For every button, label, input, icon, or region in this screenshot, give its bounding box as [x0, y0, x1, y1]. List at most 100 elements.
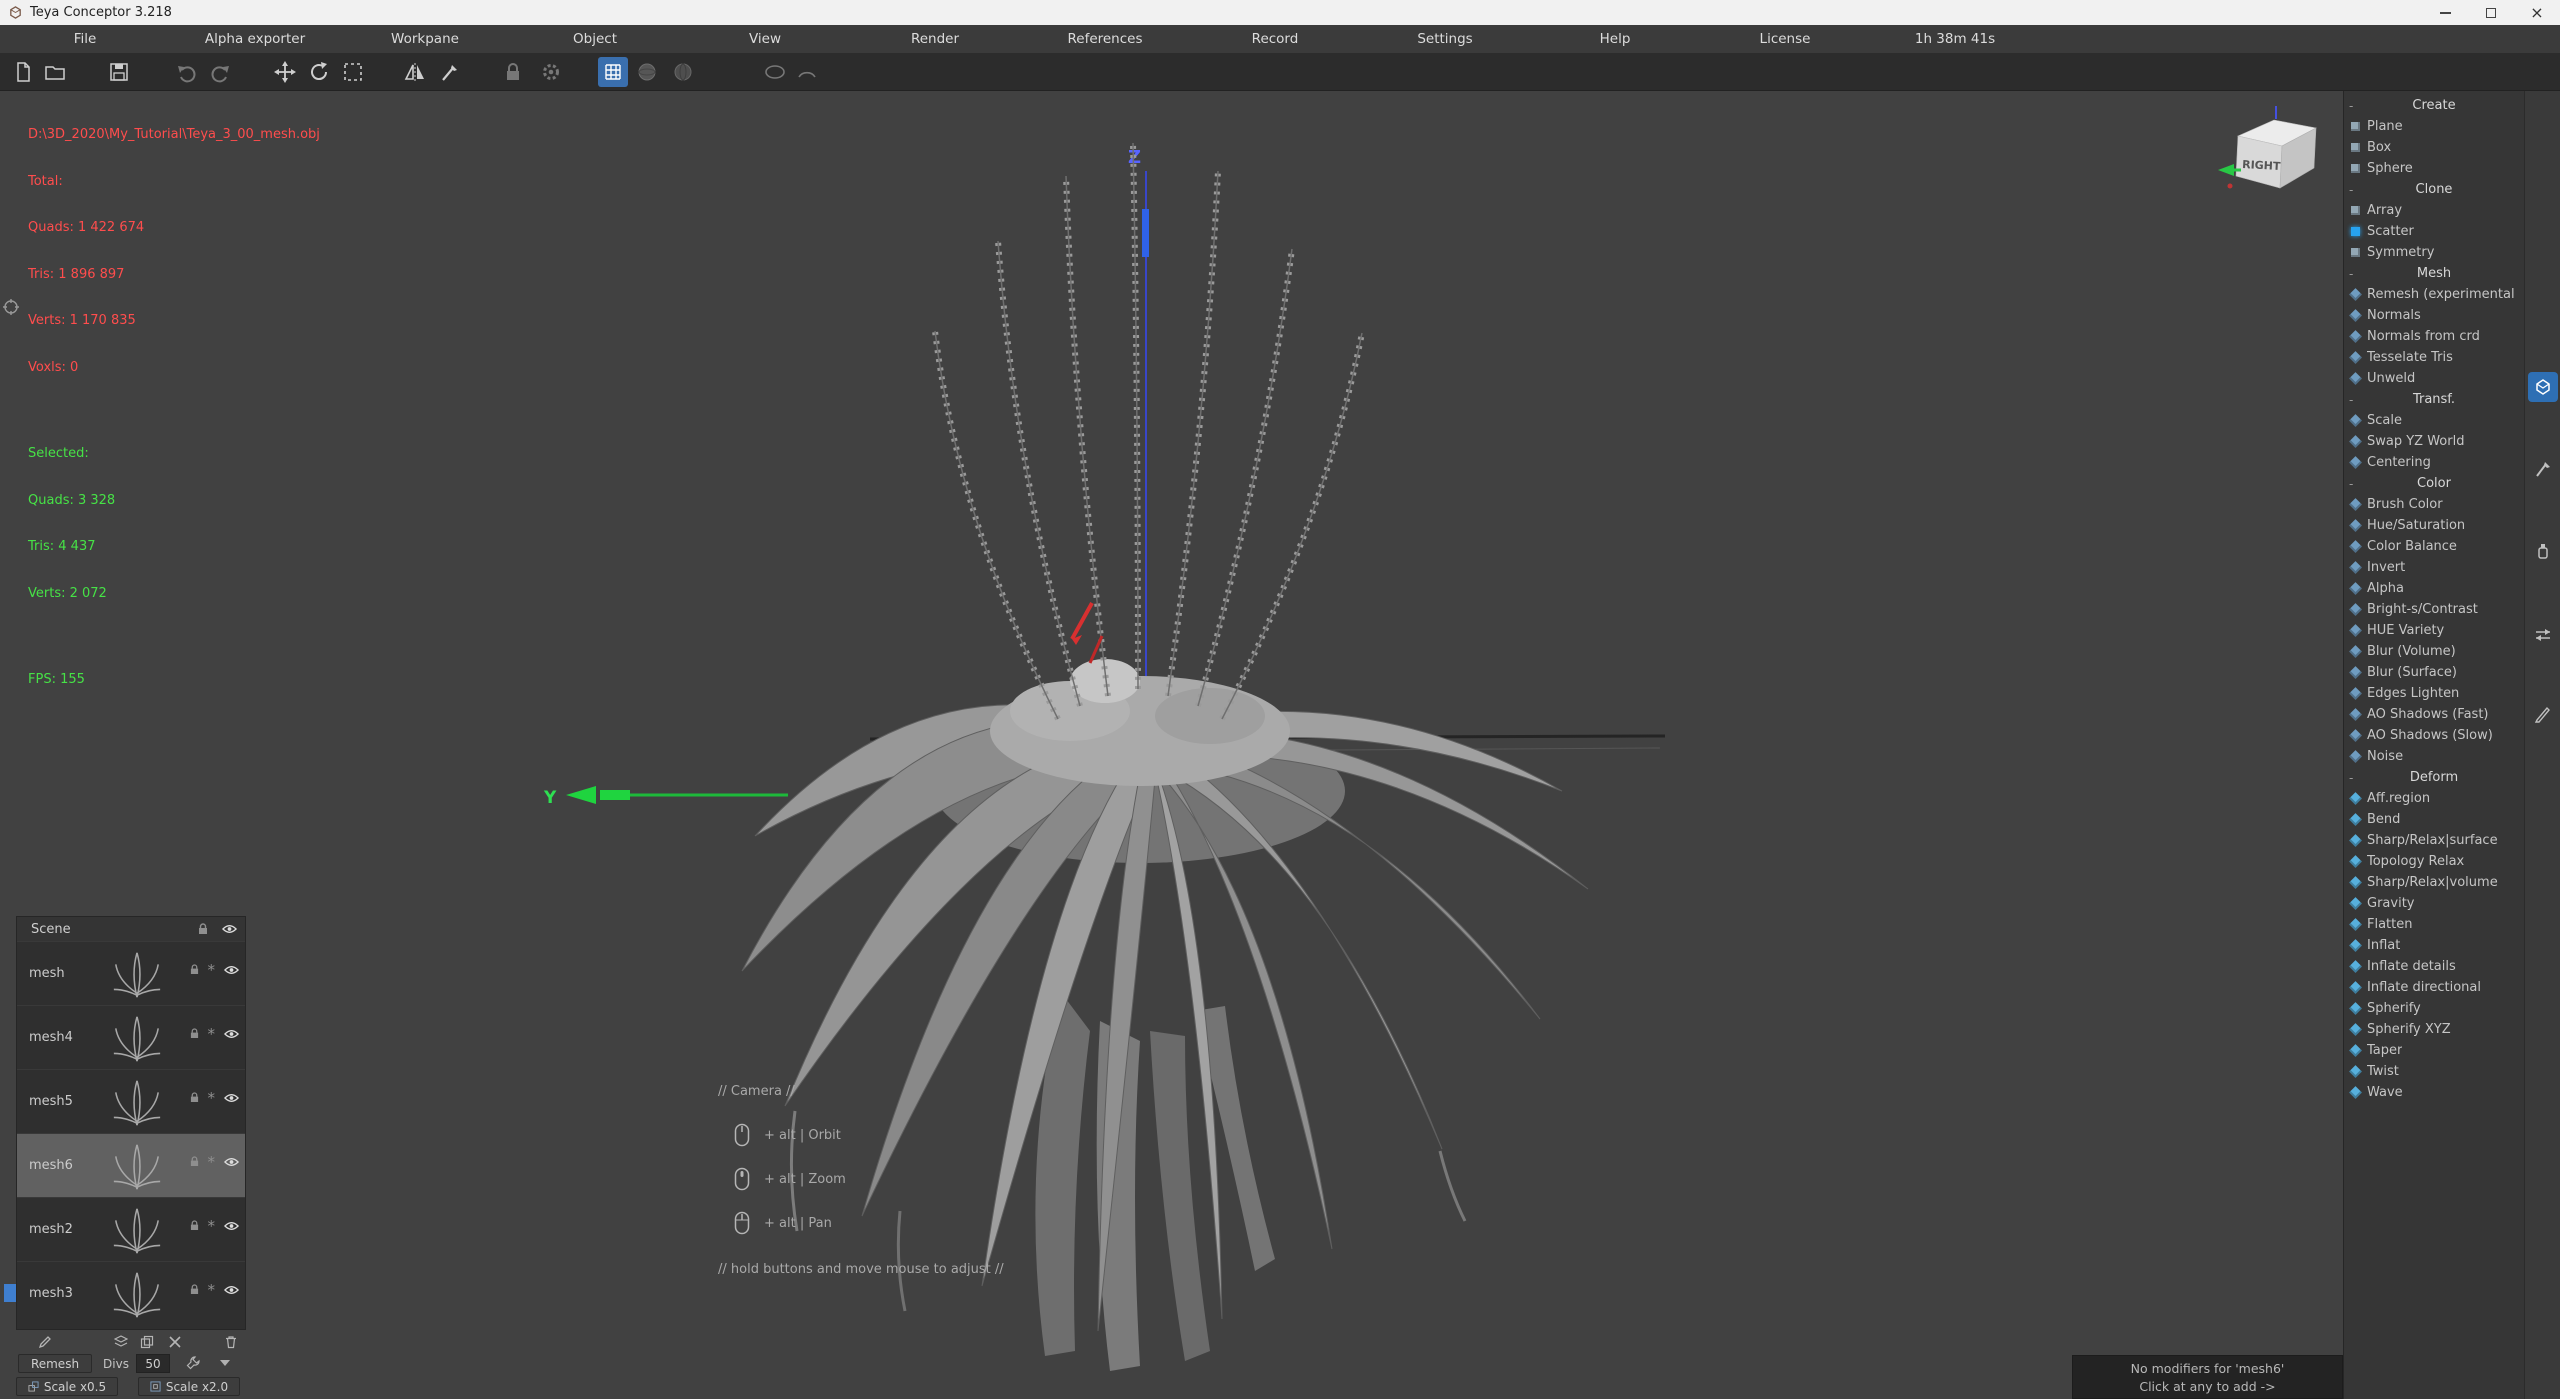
panel-item-taper[interactable]: Taper: [2344, 1040, 2524, 1061]
panel-item-aff-region[interactable]: Aff.region: [2344, 788, 2524, 809]
star-icon[interactable]: *: [208, 1029, 216, 1039]
menu-record[interactable]: Record: [1190, 25, 1360, 53]
panel-item-brush-color[interactable]: Brush Color: [2344, 494, 2524, 515]
visibility-icon[interactable]: [222, 924, 237, 934]
menu-object[interactable]: Object: [510, 25, 680, 53]
panel-item-normals-from-crd[interactable]: Normals from crd: [2344, 326, 2524, 347]
wrench-icon[interactable]: [184, 1354, 202, 1372]
modifier-status-bar[interactable]: No modifiers for 'mesh6' Click at any to…: [2072, 1355, 2343, 1399]
collapse-icon[interactable]: -: [2349, 183, 2353, 197]
undo-icon[interactable]: [172, 57, 202, 87]
lock-icon[interactable]: [190, 964, 199, 975]
panel-item-color-balance[interactable]: Color Balance: [2344, 536, 2524, 557]
transform-arrows-icon[interactable]: [2528, 620, 2558, 650]
panel-item-tesselate-tris[interactable]: Tesselate Tris: [2344, 347, 2524, 368]
sphere-a-icon[interactable]: [632, 57, 662, 87]
star-icon[interactable]: *: [208, 1285, 216, 1295]
lock-icon[interactable]: [190, 1220, 199, 1231]
panel-item-hue-saturation[interactable]: Hue/Saturation: [2344, 515, 2524, 536]
lock-icon[interactable]: [190, 1028, 199, 1039]
paint-brush-tool-icon[interactable]: [2528, 454, 2558, 484]
panel-item-flatten[interactable]: Flatten: [2344, 914, 2524, 935]
duplicate-icon[interactable]: [138, 1333, 156, 1351]
star-icon[interactable]: *: [208, 965, 216, 975]
detail-pen-icon[interactable]: [2528, 699, 2558, 729]
section-header-mesh[interactable]: - Mesh: [2344, 263, 2524, 284]
scene-item-mesh4[interactable]: mesh4 *: [17, 1005, 245, 1069]
layers-icon[interactable]: [112, 1333, 130, 1351]
marquee-select-icon[interactable]: [338, 57, 368, 87]
panel-item-symmetry[interactable]: Symmetry: [2344, 242, 2524, 263]
maximize-button[interactable]: [2468, 0, 2514, 25]
menu-settings[interactable]: Settings: [1360, 25, 1530, 53]
star-icon[interactable]: *: [208, 1093, 216, 1103]
divs-value-input[interactable]: 50: [136, 1354, 170, 1373]
navigation-cube[interactable]: RIGHT: [2210, 106, 2332, 204]
lock-icon[interactable]: [190, 1092, 199, 1103]
viewport-3d[interactable]: Z: [0, 91, 2343, 1399]
section-header-transf[interactable]: - Transf.: [2344, 389, 2524, 410]
dropdown-caret-icon[interactable]: [220, 1360, 230, 1366]
section-header-deform[interactable]: - Deform: [2344, 767, 2524, 788]
menu-alpha-exporter[interactable]: Alpha exporter: [170, 25, 340, 53]
panel-item-ao-shadows-fast[interactable]: AO Shadows (Fast): [2344, 704, 2524, 725]
grid-snap-icon[interactable]: [598, 57, 628, 87]
minimize-button[interactable]: [2422, 0, 2468, 25]
gear-icon[interactable]: [536, 57, 566, 87]
lock-icon[interactable]: [498, 57, 528, 87]
panel-item-hue-variety[interactable]: HUE Variety: [2344, 620, 2524, 641]
panel-item-centering[interactable]: Centering: [2344, 452, 2524, 473]
panel-item-box[interactable]: Box: [2344, 137, 2524, 158]
panel-item-twist[interactable]: Twist: [2344, 1061, 2524, 1082]
scene-item-mesh[interactable]: mesh *: [17, 941, 245, 1005]
panel-item-ao-shadows-slow[interactable]: AO Shadows (Slow): [2344, 725, 2524, 746]
scene-item-mesh3[interactable]: mesh3 *: [17, 1261, 245, 1325]
panel-item-wave[interactable]: Wave: [2344, 1082, 2524, 1103]
brush-tool-icon[interactable]: [434, 57, 464, 87]
close-button[interactable]: ×: [2514, 0, 2560, 25]
collapse-icon[interactable]: -: [2349, 393, 2353, 407]
move-tool-icon[interactable]: [270, 57, 300, 87]
remesh-button[interactable]: Remesh: [18, 1354, 92, 1373]
panel-item-sharp-relax-volume[interactable]: Sharp/Relax|volume: [2344, 872, 2524, 893]
visibility-icon[interactable]: [224, 1093, 239, 1103]
save-icon[interactable]: [104, 57, 134, 87]
scene-item-mesh2[interactable]: mesh2 *: [17, 1197, 245, 1261]
section-header-clone[interactable]: - Clone: [2344, 179, 2524, 200]
panel-item-scale[interactable]: Scale: [2344, 410, 2524, 431]
menu-references[interactable]: References: [1020, 25, 1190, 53]
visibility-icon[interactable]: [224, 965, 239, 975]
sphere-b-icon[interactable]: [668, 57, 698, 87]
panel-item-blur-surface[interactable]: Blur (Surface): [2344, 662, 2524, 683]
voxel-tool-icon[interactable]: [2528, 372, 2558, 402]
collapse-icon[interactable]: -: [2349, 267, 2353, 281]
trash-icon[interactable]: [222, 1333, 240, 1351]
panel-item-unweld[interactable]: Unweld: [2344, 368, 2524, 389]
panel-item-inflate-details[interactable]: Inflate details: [2344, 956, 2524, 977]
scale-double-button[interactable]: Scale x2.0: [138, 1377, 240, 1396]
lock-icon[interactable]: [190, 1284, 199, 1295]
panel-item-scatter[interactable]: Scatter: [2344, 221, 2524, 242]
section-header-create[interactable]: - Create: [2344, 95, 2524, 116]
panel-item-invert[interactable]: Invert: [2344, 557, 2524, 578]
material-jar-icon[interactable]: [2528, 536, 2558, 566]
new-file-icon[interactable]: [8, 57, 38, 87]
panel-item-edges-lighten[interactable]: Edges Lighten: [2344, 683, 2524, 704]
rotate-tool-icon[interactable]: [304, 57, 334, 87]
menu-workpane[interactable]: Workpane: [340, 25, 510, 53]
star-icon[interactable]: *: [208, 1157, 216, 1167]
pencil-icon[interactable]: [36, 1333, 54, 1351]
lock-icon[interactable]: [190, 1156, 199, 1167]
panel-item-spherify-xyz[interactable]: Spherify XYZ: [2344, 1019, 2524, 1040]
panel-item-bend[interactable]: Bend: [2344, 809, 2524, 830]
scene-item-mesh6[interactable]: mesh6 *: [17, 1133, 245, 1197]
panel-item-topology-relax[interactable]: Topology Relax: [2344, 851, 2524, 872]
panel-item-alpha[interactable]: Alpha: [2344, 578, 2524, 599]
menu-view[interactable]: View: [680, 25, 850, 53]
panel-item-remesh-experimental[interactable]: Remesh (experimental: [2344, 284, 2524, 305]
redo-icon[interactable]: [205, 57, 235, 87]
arc-tool-icon[interactable]: [792, 57, 822, 87]
menu-render[interactable]: Render: [850, 25, 1020, 53]
panel-item-spherify[interactable]: Spherify: [2344, 998, 2524, 1019]
visibility-icon[interactable]: [224, 1285, 239, 1295]
